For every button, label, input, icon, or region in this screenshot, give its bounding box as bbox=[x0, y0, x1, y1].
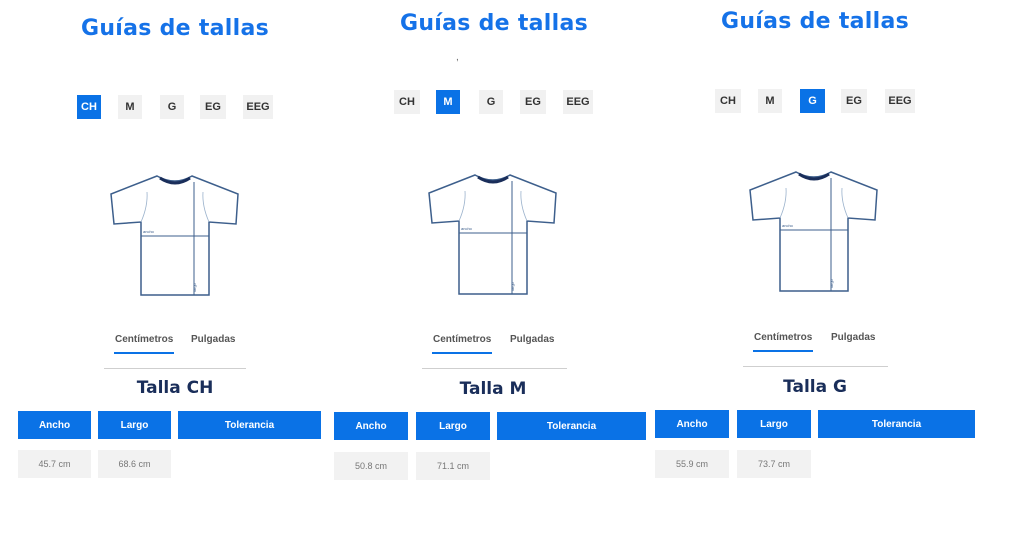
tab-centimetros[interactable]: Centímetros bbox=[754, 332, 812, 343]
column-header-largo: Largo bbox=[737, 410, 811, 438]
active-tab-underline bbox=[432, 352, 492, 354]
size-guide-panel-2: Guías de tallas , CH M G EG EEG ancho la… bbox=[330, 0, 660, 539]
size-button-ch[interactable]: CH bbox=[394, 90, 420, 114]
value-largo: 73.7 cm bbox=[737, 450, 811, 478]
tab-centimetros[interactable]: Centímetros bbox=[115, 334, 173, 345]
column-header-ancho: Ancho bbox=[334, 412, 408, 440]
size-button-g[interactable]: G bbox=[479, 90, 503, 114]
size-button-g[interactable]: G bbox=[160, 95, 184, 119]
size-guide-panel-1: Guías de tallas CH M G EG EEG ancho larg… bbox=[0, 0, 330, 539]
size-button-eeg[interactable]: EEG bbox=[885, 89, 915, 113]
size-title: Talla M bbox=[459, 379, 527, 399]
tab-centimetros[interactable]: Centímetros bbox=[433, 334, 491, 345]
column-header-ancho: Ancho bbox=[655, 410, 729, 438]
divider bbox=[422, 368, 567, 369]
size-button-eeg[interactable]: EEG bbox=[243, 95, 273, 119]
value-largo: 71.1 cm bbox=[416, 452, 490, 480]
size-title: Talla CH bbox=[136, 378, 214, 398]
size-button-eeg[interactable]: EEG bbox=[563, 90, 593, 114]
active-tab-underline bbox=[753, 350, 813, 352]
largo-label: largo bbox=[829, 278, 834, 288]
largo-label: largo bbox=[192, 282, 197, 292]
size-button-g[interactable]: G bbox=[800, 89, 825, 113]
active-tab-underline bbox=[114, 352, 174, 354]
tab-pulgadas[interactable]: Pulgadas bbox=[831, 332, 875, 343]
page-title: Guías de tallas bbox=[80, 16, 270, 41]
ancho-label: ancho bbox=[782, 223, 794, 228]
size-guide-panel-3: Guías de tallas CH M G EG EEG ancho larg… bbox=[650, 0, 990, 539]
divider bbox=[743, 366, 888, 367]
column-header-ancho: Ancho bbox=[18, 411, 91, 439]
tab-pulgadas[interactable]: Pulgadas bbox=[510, 334, 554, 345]
page-title: Guías de tallas bbox=[399, 11, 589, 36]
tab-pulgadas[interactable]: Pulgadas bbox=[191, 334, 235, 345]
divider bbox=[104, 368, 246, 369]
size-button-eg[interactable]: EG bbox=[520, 90, 546, 114]
size-button-eg[interactable]: EG bbox=[200, 95, 226, 119]
tshirt-diagram-icon: ancho largo bbox=[428, 174, 557, 295]
size-button-m[interactable]: M bbox=[758, 89, 782, 113]
value-ancho: 50.8 cm bbox=[334, 452, 408, 480]
column-header-tolerancia: Tolerancia bbox=[497, 412, 646, 440]
size-button-eg[interactable]: EG bbox=[841, 89, 867, 113]
column-header-largo: Largo bbox=[416, 412, 490, 440]
size-button-m[interactable]: M bbox=[118, 95, 142, 119]
tshirt-diagram-icon: ancho largo bbox=[110, 175, 239, 296]
size-title: Talla G bbox=[783, 377, 847, 397]
largo-label: largo bbox=[510, 281, 515, 291]
size-button-ch[interactable]: CH bbox=[715, 89, 741, 113]
size-button-ch[interactable]: CH bbox=[77, 95, 101, 119]
page-title: Guías de tallas bbox=[720, 9, 910, 34]
value-ancho: 45.7 cm bbox=[18, 450, 91, 478]
size-button-m[interactable]: M bbox=[436, 90, 460, 114]
column-header-tolerancia: Tolerancia bbox=[818, 410, 975, 438]
ancho-label: ancho bbox=[461, 226, 473, 231]
value-largo: 68.6 cm bbox=[98, 450, 171, 478]
tshirt-diagram-icon: ancho largo bbox=[749, 171, 878, 292]
stray-mark: , bbox=[456, 52, 459, 63]
ancho-label: ancho bbox=[143, 229, 155, 234]
value-ancho: 55.9 cm bbox=[655, 450, 729, 478]
column-header-tolerancia: Tolerancia bbox=[178, 411, 321, 439]
column-header-largo: Largo bbox=[98, 411, 171, 439]
